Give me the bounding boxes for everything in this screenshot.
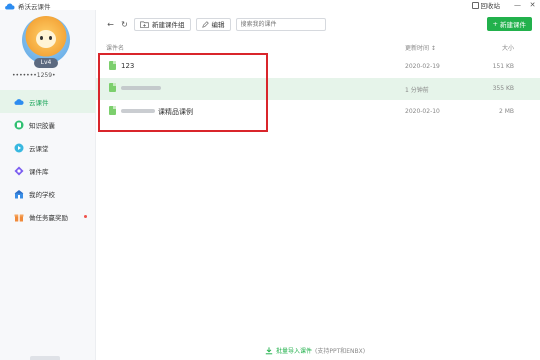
new-courseware-button[interactable]: + 新建课件: [486, 17, 532, 31]
edit-label: 编辑: [211, 21, 225, 29]
capsule-icon: [14, 120, 24, 130]
user-name: •••••••1259•: [12, 72, 56, 79]
file-updated: 2020-02-10: [405, 108, 440, 115]
level-badge: Lv4: [34, 58, 58, 68]
new-group-label: 新建课件组: [152, 21, 185, 29]
new-group-button[interactable]: 新建课件组: [134, 17, 191, 31]
column-header-size[interactable]: 大小: [502, 43, 514, 52]
toolbar: ← ↻ 新建课件组 编辑 + 新建课件: [106, 17, 532, 31]
sidebar-item-cloud-classroom[interactable]: 云课堂: [0, 136, 96, 159]
folder-plus-icon: [140, 21, 149, 28]
import-hint: (支持PPT和ENBX): [315, 348, 366, 355]
classroom-icon: [14, 143, 24, 153]
sidebar-item-label: 云课件: [29, 98, 49, 107]
sidebar-footer-tab[interactable]: [30, 356, 60, 360]
sidebar-item-knowledge-capsule[interactable]: 知识胶囊: [0, 113, 96, 136]
window-controls: 回收站 — ✕: [471, 0, 540, 10]
cloud-logo-icon: [5, 3, 15, 10]
sidebar: Lv4 •••••••1259• 云课件 知识胶囊 云课堂 课件库 我的学校 做…: [0, 10, 96, 360]
eye-icon: [49, 36, 52, 40]
refresh-icon[interactable]: ↻: [120, 19, 129, 30]
sidebar-item-label: 云课堂: [29, 144, 49, 153]
plus-icon: +: [492, 20, 498, 28]
recycle-bin-label: 回收站: [480, 2, 501, 10]
recycle-bin-button[interactable]: 回收站: [471, 0, 501, 10]
file-updated: 2020-02-19: [405, 63, 440, 70]
import-icon: [265, 346, 273, 354]
close-button[interactable]: ✕: [525, 1, 540, 9]
school-icon: [14, 189, 24, 199]
file-updated: 1 分钟前: [405, 87, 429, 94]
file-size: 2 MB: [498, 108, 514, 115]
selection-highlight-box: [98, 53, 268, 132]
file-size: 151 KB: [492, 63, 514, 70]
back-icon[interactable]: ←: [106, 19, 115, 30]
batch-import[interactable]: 批量导入课件 (支持PPT和ENBX): [265, 346, 365, 355]
file-size: 355 KB: [492, 85, 514, 92]
edit-icon: [201, 20, 209, 28]
notification-dot: [84, 215, 87, 218]
sidebar-item-rewards[interactable]: 做任务赢奖励: [0, 205, 96, 228]
sidebar-item-label: 课件库: [29, 167, 49, 176]
edit-button[interactable]: 编辑: [195, 17, 231, 31]
new-courseware-label: 新建课件: [500, 21, 526, 29]
sidebar-item-label: 我的学校: [29, 190, 55, 199]
sidebar-item-library[interactable]: 课件库: [0, 159, 96, 182]
minimize-button[interactable]: —: [510, 1, 525, 9]
sidebar-item-label: 知识胶囊: [29, 121, 55, 130]
cloud-icon: [14, 97, 24, 107]
sidebar-item-label: 做任务赢奖励: [29, 213, 68, 222]
lion-face: [36, 30, 56, 48]
search-input[interactable]: [235, 17, 326, 31]
recycle-bin-icon: [471, 1, 479, 9]
library-icon: [14, 166, 24, 176]
column-header-name[interactable]: 课件名: [106, 43, 124, 52]
avatar[interactable]: [22, 16, 70, 64]
import-label: 批量导入课件: [276, 348, 313, 355]
sidebar-item-cloud-courseware[interactable]: 云课件: [0, 90, 96, 113]
sidebar-nav: 云课件 知识胶囊 云课堂 课件库 我的学校 做任务赢奖励: [0, 90, 96, 228]
gift-icon: [14, 212, 24, 222]
column-header-updated[interactable]: 更新时间 ↕: [405, 43, 436, 52]
eye-icon: [40, 36, 43, 40]
sidebar-item-my-school[interactable]: 我的学校: [0, 182, 96, 205]
table-header: 课件名 更新时间 ↕ 大小: [96, 40, 540, 53]
